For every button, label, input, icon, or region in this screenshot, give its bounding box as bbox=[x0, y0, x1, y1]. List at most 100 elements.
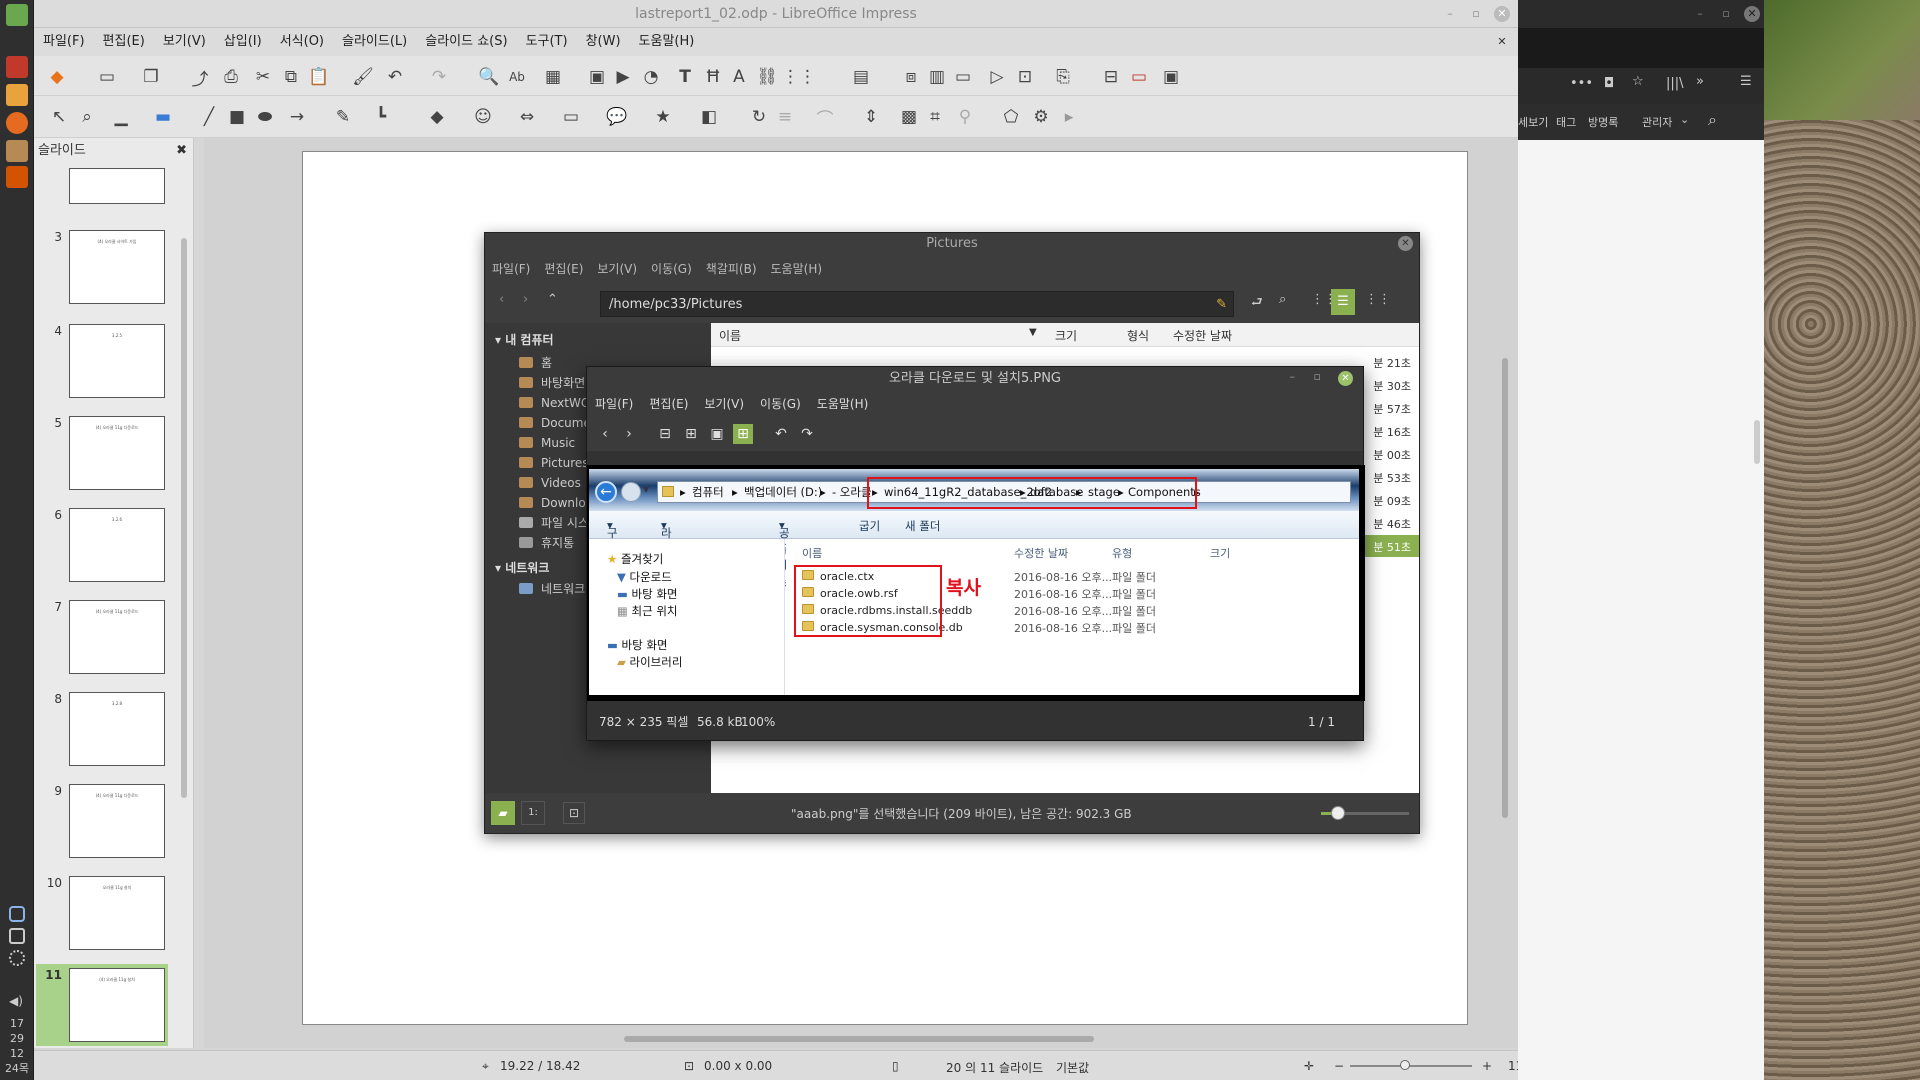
viewer-menu-go[interactable]: 이동(G) bbox=[752, 391, 809, 417]
files-app-icon[interactable] bbox=[6, 84, 28, 106]
duplicate-slide-icon[interactable]: ⎘ bbox=[1052, 66, 1074, 88]
export-pdf-icon[interactable]: ⤴ bbox=[189, 66, 211, 90]
toggle-extrusion-icon[interactable]: ▸ bbox=[1058, 106, 1080, 128]
fm-menu-go[interactable]: 이동(G) bbox=[644, 255, 699, 283]
line-color-icon[interactable]: ▁ bbox=[110, 106, 132, 128]
table-icon[interactable]: ▦ bbox=[542, 66, 564, 88]
undo-icon[interactable]: ↶ bbox=[384, 66, 406, 88]
browser-maximize-button[interactable]: ▫ bbox=[1718, 6, 1734, 22]
close-button[interactable]: ✕ bbox=[1494, 6, 1510, 22]
basic-shapes-icon[interactable]: ◆ bbox=[426, 106, 448, 128]
col-modified[interactable]: 수정한 날짜 bbox=[1173, 327, 1232, 344]
arrange-icon[interactable]: ⌒ bbox=[814, 106, 836, 130]
zoom-slider[interactable] bbox=[1350, 1065, 1472, 1067]
fit-slide-icon[interactable]: ✛ bbox=[1304, 1059, 1314, 1073]
browser-minimize-button[interactable]: – bbox=[1692, 6, 1708, 22]
zoom-out-icon[interactable]: ⊟ bbox=[655, 424, 675, 444]
redo-icon[interactable]: ↷ bbox=[428, 66, 450, 88]
fm-menu-edit[interactable]: 편집(E) bbox=[537, 255, 590, 283]
maximize-button[interactable]: ▫ bbox=[1468, 6, 1484, 22]
location-field[interactable]: /home/pc33/Pictures ✎ bbox=[600, 291, 1234, 317]
nav-item[interactable]: 세보기 bbox=[1518, 114, 1548, 130]
slide-layout-icon[interactable]: ▥ bbox=[926, 66, 948, 88]
copy-icon[interactable]: ⧉ bbox=[280, 66, 302, 88]
hyperlink-icon[interactable]: ⛓ bbox=[756, 66, 778, 88]
crop-icon[interactable]: ⌗ bbox=[924, 106, 946, 128]
textbox-icon[interactable]: T bbox=[674, 66, 696, 88]
hamburger-menu-icon[interactable]: ☰ bbox=[1740, 74, 1752, 89]
list-view-icon[interactable]: ☰ bbox=[1331, 289, 1355, 315]
slide-layout-name[interactable]: 기본값 bbox=[1056, 1059, 1089, 1076]
filter-icon[interactable]: ⚲ bbox=[954, 106, 976, 128]
viewer-menu-help[interactable]: 도움말(H) bbox=[809, 391, 877, 417]
menu-help[interactable]: 도움말(H) bbox=[630, 28, 704, 56]
3d-objects-icon[interactable]: ◧ bbox=[698, 106, 720, 128]
start-current-slide-icon[interactable]: ⊡ bbox=[1014, 66, 1036, 88]
image-canvas[interactable]: ← ▼ ▸ 컴퓨터 ▸ 백업데이터 (D:) ▸ - 오라클 ▸ win64_1… bbox=[587, 465, 1365, 701]
templates-icon[interactable]: ❐ bbox=[140, 66, 162, 88]
col-type[interactable]: 형식 bbox=[1127, 327, 1149, 344]
delete-slide-icon[interactable]: ⊟ bbox=[1100, 66, 1122, 88]
fontwork-icon[interactable]: A bbox=[728, 66, 750, 88]
col-name[interactable]: 이름 bbox=[719, 327, 741, 344]
media-icon[interactable]: ▶ bbox=[612, 66, 634, 88]
arrow-line-icon[interactable]: → bbox=[286, 106, 308, 128]
cut-icon[interactable]: ✂ bbox=[252, 66, 274, 88]
fm-menu-view[interactable]: 보기(V) bbox=[590, 255, 644, 283]
show-places-icon[interactable]: ▰ bbox=[491, 801, 515, 825]
rotate-right-icon[interactable]: ↷ bbox=[797, 424, 817, 444]
place-pictures[interactable]: Pictures bbox=[519, 453, 589, 473]
distribute-icon[interactable]: ⇕ bbox=[860, 106, 882, 128]
firefox-icon[interactable] bbox=[6, 112, 28, 134]
zoom-slider-knob[interactable] bbox=[1400, 1060, 1410, 1070]
place-trash[interactable]: 휴지통 bbox=[519, 533, 574, 553]
stars-icon[interactable]: ★ bbox=[652, 106, 674, 128]
compact-view-icon[interactable]: ⋮⋮ bbox=[1365, 292, 1391, 307]
align-icon[interactable]: ≡ bbox=[774, 106, 796, 128]
edit-location-icon[interactable]: ✎ bbox=[1216, 292, 1227, 318]
volume-icon[interactable]: ◀) bbox=[9, 994, 25, 1008]
viewer-minimize-button[interactable]: – bbox=[1290, 370, 1296, 383]
special-char-icon[interactable]: Ħ bbox=[702, 66, 724, 88]
place-videos[interactable]: Videos bbox=[519, 473, 581, 493]
close-pane-icon[interactable]: ✖ bbox=[176, 138, 187, 164]
viewer-menu-view[interactable]: 보기(V) bbox=[696, 391, 752, 417]
place-filesystem[interactable]: 파일 시스 bbox=[519, 513, 589, 533]
print-icon[interactable]: ⎙ bbox=[220, 66, 242, 88]
image-viewer-app-icon[interactable] bbox=[6, 166, 28, 188]
previous-icon[interactable]: ‹ bbox=[595, 424, 615, 444]
line-tool-icon[interactable]: ╱ bbox=[198, 106, 220, 128]
menu-slideshow[interactable]: 슬라이드 쇼(S) bbox=[416, 28, 516, 56]
my-computer-header[interactable]: ▾ 내 컴퓨터 bbox=[495, 331, 554, 348]
viewer-maximize-button[interactable]: ▫ bbox=[1314, 370, 1321, 383]
sidebar-deck-icon[interactable]: ▭ bbox=[1128, 66, 1150, 88]
original-size-icon[interactable]: ▣ bbox=[707, 424, 727, 444]
glue-points-icon[interactable]: ⚙ bbox=[1030, 106, 1052, 128]
zoom-in-icon[interactable]: + bbox=[1482, 1059, 1492, 1073]
new-slide-icon[interactable]: ▭ bbox=[952, 66, 974, 88]
fm-menu-bookmarks[interactable]: 책갈피(B) bbox=[699, 255, 764, 283]
library-icon[interactable]: |||\ bbox=[1666, 76, 1684, 91]
browser-close-button[interactable]: ✕ bbox=[1744, 6, 1760, 22]
curve-icon[interactable]: ✎ bbox=[332, 106, 354, 128]
fm-close-button[interactable]: ✕ bbox=[1398, 236, 1413, 251]
impress-app-icon[interactable] bbox=[6, 56, 28, 78]
find-replace-icon[interactable]: 🔍 bbox=[478, 66, 500, 88]
next-icon[interactable]: › bbox=[619, 424, 639, 444]
menu-format[interactable]: 서식(O) bbox=[271, 28, 333, 56]
place-nextwo[interactable]: NextWO bbox=[519, 393, 590, 413]
up-icon[interactable]: ⌃ bbox=[547, 292, 558, 307]
slide-thumbnail-7[interactable]: (4) 오라클 11g 다운로드 bbox=[69, 600, 165, 674]
sidebar-icon[interactable]: ▣ bbox=[1160, 66, 1182, 88]
sort-chevron-icon[interactable]: ▼ bbox=[1029, 327, 1037, 338]
shield-icon[interactable] bbox=[9, 906, 25, 922]
slide-thumbnail-4[interactable]: 3.2.5 bbox=[69, 324, 165, 398]
fm-menu-file[interactable]: 파일(F) bbox=[485, 255, 537, 283]
place-home[interactable]: 홈 bbox=[519, 353, 552, 373]
hide-sidebar-icon[interactable]: ⊡ bbox=[563, 802, 585, 824]
clipboard-icon[interactable] bbox=[9, 928, 25, 944]
menu-slide[interactable]: 슬라이드(L) bbox=[333, 28, 416, 56]
ellipse-icon[interactable]: ⬬ bbox=[254, 106, 276, 128]
back-icon[interactable]: ‹ bbox=[499, 292, 504, 307]
menu-icon[interactable] bbox=[6, 4, 28, 26]
